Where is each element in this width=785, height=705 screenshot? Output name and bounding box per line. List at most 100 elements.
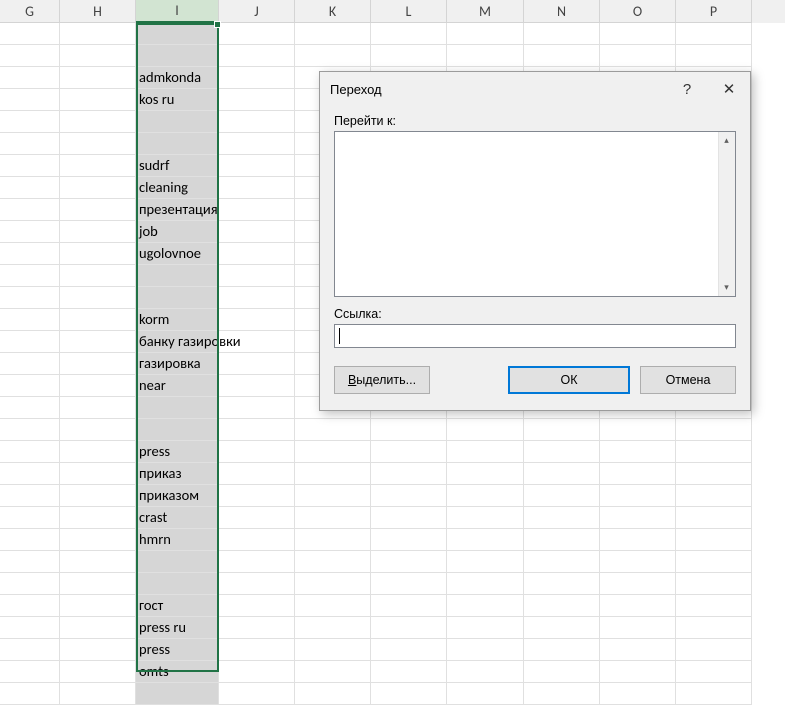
cell[interactable] (219, 67, 295, 89)
cell[interactable] (295, 485, 371, 507)
cell[interactable] (676, 419, 752, 441)
cell[interactable]: ugolovnoe (136, 243, 219, 265)
column-header-P[interactable]: P (676, 0, 752, 23)
cell[interactable] (0, 243, 60, 265)
scrollbar-track[interactable]: ▴ ▾ (718, 132, 735, 296)
cell[interactable] (676, 45, 752, 67)
cell[interactable] (0, 529, 60, 551)
cell[interactable] (0, 485, 60, 507)
cell[interactable] (0, 45, 60, 67)
cell[interactable] (60, 353, 136, 375)
cell[interactable]: приказом (136, 485, 219, 507)
column-header-M[interactable]: M (447, 0, 524, 23)
dialog-titlebar[interactable]: Переход ? ✕ (320, 72, 750, 106)
cell[interactable] (0, 23, 60, 45)
cell[interactable] (676, 551, 752, 573)
cell[interactable] (60, 375, 136, 397)
cell[interactable] (371, 485, 447, 507)
cell[interactable] (0, 221, 60, 243)
cell[interactable] (600, 617, 676, 639)
cell[interactable] (676, 485, 752, 507)
cell[interactable]: job (136, 221, 219, 243)
cell[interactable] (0, 419, 60, 441)
cell[interactable] (136, 573, 219, 595)
cell[interactable] (136, 23, 219, 45)
cell[interactable] (447, 419, 524, 441)
column-header-G[interactable]: G (0, 0, 60, 23)
cell[interactable] (219, 485, 295, 507)
cancel-button[interactable]: Отмена (640, 366, 736, 394)
goto-listbox[interactable]: ▴ ▾ (334, 131, 736, 297)
cell[interactable] (219, 199, 295, 221)
cell[interactable] (60, 265, 136, 287)
cell[interactable] (0, 111, 60, 133)
cell[interactable] (0, 463, 60, 485)
cell[interactable] (60, 507, 136, 529)
cell[interactable] (371, 463, 447, 485)
cell[interactable] (219, 419, 295, 441)
cell[interactable] (447, 529, 524, 551)
cell[interactable] (676, 573, 752, 595)
cell[interactable] (60, 309, 136, 331)
cell[interactable] (447, 485, 524, 507)
close-button[interactable]: ✕ (708, 74, 750, 104)
cell[interactable]: near (136, 375, 219, 397)
cell[interactable] (676, 529, 752, 551)
cell[interactable] (447, 463, 524, 485)
cell[interactable] (0, 617, 60, 639)
cell[interactable] (219, 441, 295, 463)
cell[interactable] (371, 45, 447, 67)
cell[interactable] (136, 265, 219, 287)
cell[interactable] (60, 111, 136, 133)
column-header-J[interactable]: J (219, 0, 295, 23)
cell[interactable]: korm (136, 309, 219, 331)
scroll-up-icon[interactable]: ▴ (718, 132, 735, 149)
cell[interactable] (371, 661, 447, 683)
cell[interactable] (219, 155, 295, 177)
cell[interactable] (60, 661, 136, 683)
cell[interactable] (0, 507, 60, 529)
cell[interactable] (219, 507, 295, 529)
column-header-I[interactable]: I (136, 0, 219, 23)
cell[interactable] (600, 23, 676, 45)
cell[interactable] (60, 23, 136, 45)
cell[interactable] (219, 551, 295, 573)
cell[interactable] (219, 661, 295, 683)
cell[interactable] (0, 309, 60, 331)
cell[interactable] (295, 639, 371, 661)
cell[interactable] (136, 111, 219, 133)
cell[interactable] (600, 595, 676, 617)
scroll-down-icon[interactable]: ▾ (718, 279, 735, 296)
cell[interactable] (371, 683, 447, 705)
cell[interactable] (600, 529, 676, 551)
cell[interactable] (295, 683, 371, 705)
cell[interactable] (524, 507, 600, 529)
cell[interactable] (447, 441, 524, 463)
cell[interactable]: банку газировки (136, 331, 219, 353)
cell[interactable] (295, 441, 371, 463)
cell[interactable] (524, 683, 600, 705)
cell[interactable] (524, 485, 600, 507)
cell[interactable] (219, 221, 295, 243)
cell[interactable] (0, 375, 60, 397)
cell[interactable] (0, 573, 60, 595)
cell[interactable] (600, 45, 676, 67)
cell[interactable] (295, 573, 371, 595)
cell[interactable] (0, 287, 60, 309)
cell[interactable] (60, 683, 136, 705)
cell[interactable] (60, 331, 136, 353)
cell[interactable] (136, 397, 219, 419)
cell[interactable]: crast (136, 507, 219, 529)
cell[interactable] (524, 573, 600, 595)
cell[interactable] (219, 133, 295, 155)
cell[interactable] (0, 331, 60, 353)
cell[interactable] (219, 89, 295, 111)
cell[interactable] (524, 551, 600, 573)
cell[interactable] (60, 67, 136, 89)
cell[interactable] (524, 529, 600, 551)
cell[interactable] (676, 441, 752, 463)
cell[interactable] (524, 595, 600, 617)
cell[interactable] (219, 617, 295, 639)
cell[interactable] (0, 397, 60, 419)
cell[interactable] (136, 419, 219, 441)
